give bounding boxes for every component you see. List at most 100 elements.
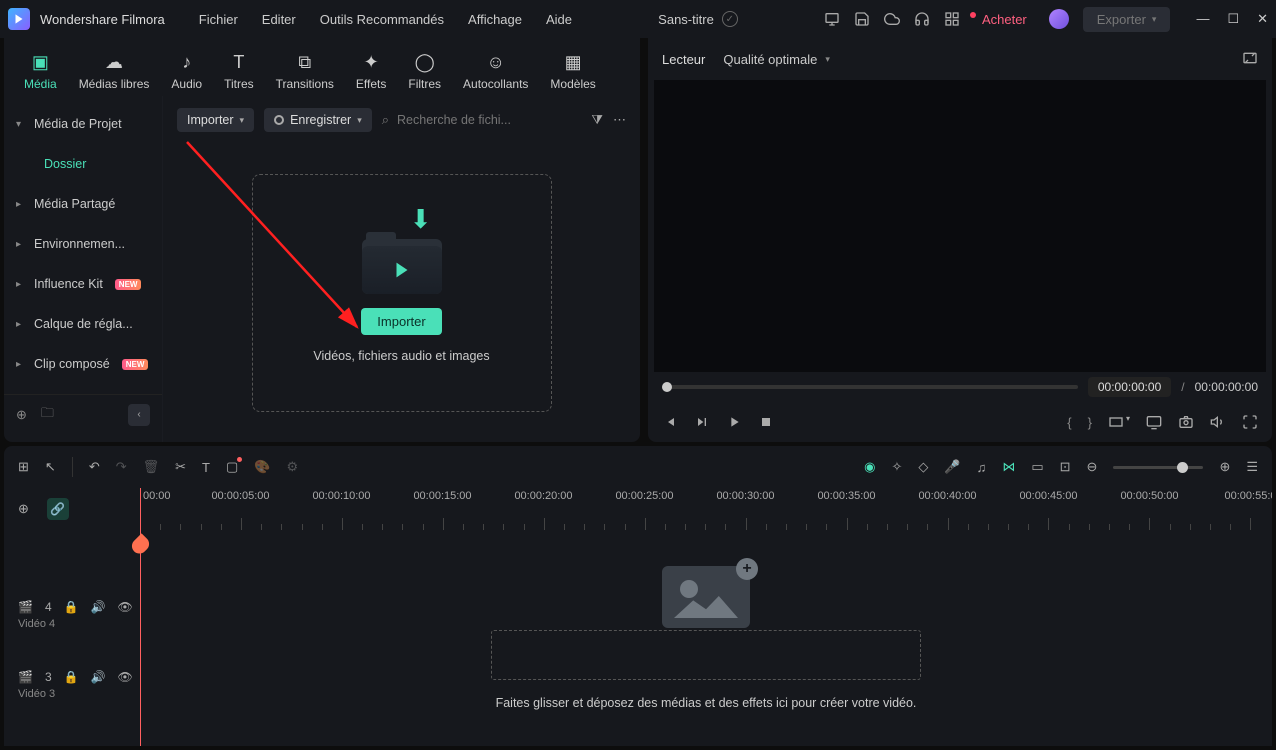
play-button[interactable]: [726, 414, 742, 430]
zoom-out-button[interactable]: ⊖: [1087, 459, 1098, 475]
step-back-button[interactable]: [694, 414, 710, 430]
sidebar-item-adjustment-layer[interactable]: ▸Calque de régla...: [4, 304, 162, 344]
crop-tool-icon[interactable]: ▢: [226, 459, 238, 475]
zoom-slider[interactable]: [1113, 466, 1203, 469]
sidebar-item-influence-kit[interactable]: ▸Influence KitNEW: [4, 264, 162, 304]
time-ruler[interactable]: 00:0000:00:05:0000:00:10:0000:00:15:0000…: [140, 488, 1272, 530]
screen-icon[interactable]: [824, 11, 840, 27]
record-dropdown[interactable]: Enregistrer▾: [264, 108, 372, 132]
track-add-icon[interactable]: ⊕: [18, 501, 29, 517]
expand-icon[interactable]: [1242, 50, 1258, 69]
zoom-in-button[interactable]: ⊕: [1219, 459, 1230, 475]
visibility-icon[interactable]: 👁: [118, 670, 133, 684]
stop-button[interactable]: [758, 414, 774, 430]
tab-media[interactable]: ▣Média: [16, 46, 65, 96]
text-tool-icon[interactable]: T: [202, 460, 210, 475]
zoom-thumb[interactable]: [1177, 462, 1188, 473]
track-header-3[interactable]: 🎬3🔒🔊👁 Vidéo 3: [4, 660, 140, 710]
adjust-icon[interactable]: ⚙: [286, 459, 298, 475]
cut-tool-icon[interactable]: ✂: [175, 459, 186, 475]
menu-view[interactable]: Affichage: [468, 12, 522, 27]
seek-thumb[interactable]: [662, 382, 672, 392]
player-canvas[interactable]: [654, 80, 1266, 372]
delete-button[interactable]: 🗑: [143, 459, 160, 475]
link-icon[interactable]: 🔗: [47, 498, 69, 520]
tab-stickers[interactable]: ☺Autocollants: [455, 46, 536, 96]
lock-icon[interactable]: 🔒: [64, 670, 79, 684]
playhead[interactable]: [140, 488, 141, 746]
layout-icon[interactable]: ⊞: [18, 459, 29, 475]
tab-audio[interactable]: ♪Audio: [163, 46, 210, 96]
lock-icon[interactable]: 🔒: [64, 600, 79, 614]
media-placeholder[interactable]: +: [662, 566, 750, 628]
export-button[interactable]: Exporter▾: [1083, 7, 1171, 32]
sidebar-item-folder[interactable]: Dossier: [4, 144, 162, 184]
prev-frame-button[interactable]: [662, 414, 678, 430]
search-field[interactable]: ⌕: [382, 112, 582, 128]
more-icon[interactable]: ⋯: [613, 112, 626, 128]
frame-icon[interactable]: ▭: [1031, 459, 1043, 475]
media-dropzone[interactable]: ⬇ Importer Vidéos, fichiers audio et ima…: [252, 174, 552, 412]
save-icon[interactable]: [854, 11, 870, 27]
import-button[interactable]: Importer: [361, 308, 441, 335]
sidebar-item-compound-clip[interactable]: ▸Clip composéNEW: [4, 344, 162, 384]
timeline: ⊕ 🔗 00:0000:00:05:0000:00:10:0000:00:15:…: [4, 488, 1272, 746]
ai-icon[interactable]: ◉: [864, 459, 875, 475]
buy-button[interactable]: Acheter: [974, 10, 1035, 29]
select-tool-icon[interactable]: ↖: [45, 459, 56, 475]
ratio-icon[interactable]: ▾: [1108, 414, 1130, 430]
tab-filters[interactable]: ◯Filtres: [400, 46, 449, 96]
redo-button[interactable]: ↷: [116, 459, 127, 475]
magnet-icon[interactable]: ⋈: [1002, 459, 1015, 475]
mute-icon[interactable]: 🔊: [91, 600, 106, 614]
track-header-4[interactable]: 🎬4🔒🔊👁 Vidéo 4: [4, 590, 140, 640]
cloud-icon[interactable]: [884, 11, 900, 27]
timeline-dropzone[interactable]: [491, 630, 921, 680]
headphones-icon[interactable]: [914, 11, 930, 27]
folder-icon[interactable]: 🗀: [41, 404, 54, 426]
list-view-icon[interactable]: ☰: [1246, 459, 1258, 475]
add-media-icon[interactable]: +: [736, 558, 758, 580]
maximize-button[interactable]: ☐: [1227, 11, 1239, 27]
menu-tools[interactable]: Outils Recommandés: [320, 12, 444, 27]
tab-transitions[interactable]: ⧉Transitions: [268, 46, 342, 96]
tracks-canvas[interactable]: + Faites glisser et déposez des médias e…: [140, 530, 1272, 746]
color-tool-icon[interactable]: 🎨: [254, 459, 270, 475]
snapshot-icon[interactable]: [1178, 414, 1194, 430]
quality-selector[interactable]: Qualité optimale▾: [723, 52, 829, 67]
add-folder-icon[interactable]: ⊕: [16, 407, 27, 423]
sidebar-item-project-media[interactable]: ▾Média de Projet: [4, 104, 162, 144]
mark-out-icon[interactable]: }: [1088, 415, 1092, 430]
fullscreen-icon[interactable]: [1242, 414, 1258, 430]
sidebar-item-environment[interactable]: ▸Environnemen...: [4, 224, 162, 264]
menu-file[interactable]: Fichier: [199, 12, 238, 27]
tab-effects[interactable]: ✦Effets: [348, 46, 394, 96]
menu-edit[interactable]: Editer: [262, 12, 296, 27]
mic-icon[interactable]: 🎤: [944, 459, 960, 475]
chevron-down-icon: ▾: [16, 119, 26, 130]
tab-titles[interactable]: TTitres: [216, 46, 262, 96]
marker-icon[interactable]: ◇: [918, 459, 928, 475]
display-icon[interactable]: [1146, 414, 1162, 430]
search-input[interactable]: [397, 113, 581, 127]
tab-stock[interactable]: ☁Médias libres: [71, 46, 158, 96]
minimize-button[interactable]: —: [1196, 11, 1209, 27]
sidebar-item-shared-media[interactable]: ▸Média Partagé: [4, 184, 162, 224]
apps-icon[interactable]: [944, 11, 960, 27]
close-button[interactable]: ✕: [1257, 11, 1268, 27]
volume-icon[interactable]: [1210, 414, 1226, 430]
tab-templates[interactable]: ▦Modèles: [542, 46, 603, 96]
seek-track[interactable]: [662, 385, 1078, 389]
sparkle-icon[interactable]: ✧: [891, 459, 902, 475]
mark-in-icon[interactable]: {: [1067, 415, 1071, 430]
visibility-icon[interactable]: 👁: [118, 600, 133, 614]
mute-icon[interactable]: 🔊: [91, 670, 106, 684]
filter-icon[interactable]: ⧩: [591, 112, 603, 128]
avatar[interactable]: [1049, 9, 1069, 29]
music-icon[interactable]: ♫: [977, 460, 987, 475]
fit-icon[interactable]: ⊡: [1060, 459, 1071, 475]
menu-help[interactable]: Aide: [546, 12, 572, 27]
collapse-sidebar-button[interactable]: ‹: [128, 404, 150, 426]
undo-button[interactable]: ↶: [89, 459, 100, 475]
import-dropdown[interactable]: Importer▾: [177, 108, 254, 132]
